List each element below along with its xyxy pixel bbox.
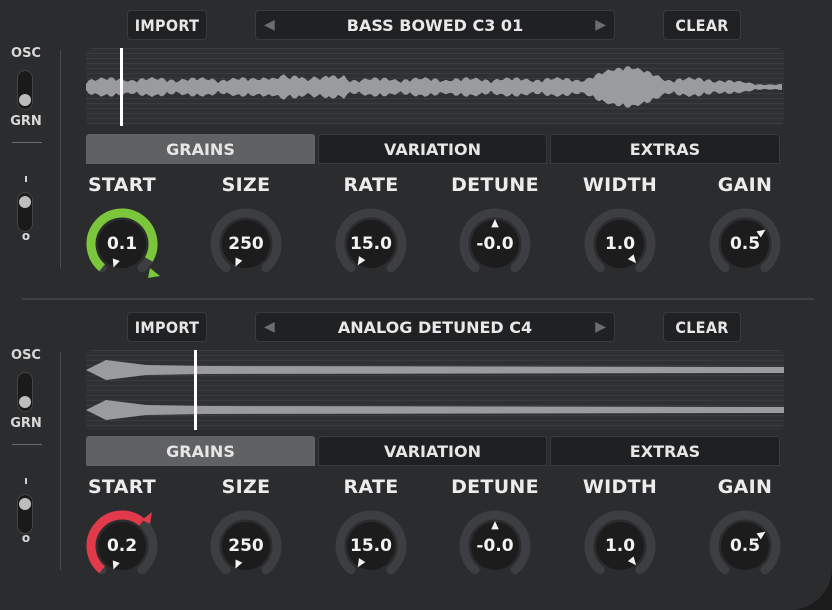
tab-grains[interactable]: GRAINS	[86, 436, 315, 466]
waveform-display[interactable]	[86, 350, 784, 430]
power-toggle[interactable]	[17, 494, 33, 534]
tab-extras[interactable]: EXTRAS	[550, 134, 780, 164]
knob-label-start: START	[87, 476, 157, 498]
power-toggle[interactable]	[17, 192, 33, 232]
slot-separator	[22, 298, 814, 300]
knob-value: 250	[228, 234, 264, 254]
knob-label-width: WIDTH	[582, 476, 658, 498]
knob-value: -0.0	[476, 234, 514, 254]
knob-size[interactable]: 250	[206, 506, 286, 586]
knob-value: 0.5	[729, 234, 761, 254]
sample-name: BASS BOWED C3 01	[346, 15, 524, 35]
knob-label-size: SIZE	[221, 174, 271, 196]
triangle-left-icon[interactable]: ◀	[264, 17, 275, 33]
triangle-right-icon[interactable]: ▶	[595, 17, 606, 33]
knob-gain[interactable]: 0.5	[705, 506, 785, 586]
knob-value: -0.0	[476, 536, 514, 556]
knob-label-detune: DETUNE	[451, 174, 539, 196]
sample-selector[interactable]: ◀ ANALOG DETUNED C4 ▶	[255, 312, 615, 342]
power-on-icon: ı	[24, 474, 28, 487]
knob-rate[interactable]: 15.0	[331, 204, 411, 284]
osc-mode-label: OSC	[11, 348, 41, 363]
knob-width[interactable]: 1.0	[580, 204, 660, 284]
oscillator-slot-1: IMPORT ◀ BASS BOWED C3 01 ▶ CLEAR OSC GR…	[0, 0, 832, 300]
knob-rate[interactable]: 15.0	[331, 506, 411, 586]
knob-value: 15.0	[350, 234, 392, 254]
knob-value: 250	[228, 536, 264, 556]
knob-start[interactable]: 0.1	[82, 204, 162, 284]
playhead[interactable]	[194, 350, 197, 430]
knob-value: 15.0	[350, 536, 392, 556]
osc-mode-label: OSC	[11, 46, 41, 61]
tab-bar: GRAINS VARIATION EXTRAS	[86, 436, 780, 466]
knob-value: 0.5	[729, 536, 761, 556]
knob-label-start: START	[87, 174, 157, 196]
tab-variation[interactable]: VARIATION	[318, 436, 547, 466]
knob-value: 0.1	[106, 234, 138, 254]
grn-mode-label: GRN	[10, 114, 42, 129]
power-off-icon: o	[21, 229, 31, 243]
tab-bar: GRAINS VARIATION EXTRAS	[86, 134, 780, 164]
power-on-icon: ı	[24, 172, 28, 185]
clear-button[interactable]: CLEAR	[663, 312, 741, 342]
knob-label-detune: DETUNE	[451, 476, 539, 498]
playhead[interactable]	[120, 48, 123, 126]
tab-extras[interactable]: EXTRAS	[550, 436, 780, 466]
osc-grn-toggle[interactable]	[17, 70, 33, 110]
waveform	[86, 66, 782, 108]
grn-mode-label: GRN	[10, 416, 42, 431]
knob-start[interactable]: 0.2	[82, 506, 162, 586]
osc-grn-toggle[interactable]	[17, 372, 33, 412]
oscillator-slot-2: IMPORT ◀ ANALOG DETUNED C4 ▶ CLEAR OSC G…	[0, 302, 832, 602]
granular-panel: IMPORT ◀ BASS BOWED C3 01 ▶ CLEAR OSC GR…	[0, 0, 832, 610]
triangle-left-icon[interactable]: ◀	[264, 319, 275, 335]
knob-label-rate: RATE	[343, 476, 399, 498]
knob-label-width: WIDTH	[582, 174, 658, 196]
knob-gain[interactable]: 0.5	[705, 204, 785, 284]
knob-width[interactable]: 1.0	[580, 506, 660, 586]
knob-label-rate: RATE	[343, 174, 399, 196]
knob-size[interactable]: 250	[206, 204, 286, 284]
waveform	[86, 360, 784, 420]
knob-label-size: SIZE	[221, 476, 271, 498]
tab-grains[interactable]: GRAINS	[86, 134, 315, 164]
tab-variation[interactable]: VARIATION	[318, 134, 547, 164]
import-button[interactable]: IMPORT	[127, 10, 207, 40]
power-off-icon: o	[21, 531, 31, 545]
knob-label-gain: GAIN	[717, 174, 773, 196]
knob-value: 1.0	[604, 234, 636, 254]
import-button[interactable]: IMPORT	[127, 312, 207, 342]
triangle-right-icon[interactable]: ▶	[595, 319, 606, 335]
knob-detune[interactable]: -0.0	[455, 506, 535, 586]
sample-selector[interactable]: ◀ BASS BOWED C3 01 ▶	[255, 10, 615, 40]
knob-label-gain: GAIN	[717, 476, 773, 498]
knob-value: 0.2	[106, 536, 138, 556]
knob-value: 1.0	[604, 536, 636, 556]
waveform-display[interactable]	[86, 48, 784, 126]
clear-button[interactable]: CLEAR	[663, 10, 741, 40]
sample-name: ANALOG DETUNED C4	[337, 317, 533, 337]
knob-detune[interactable]: -0.0	[455, 204, 535, 284]
